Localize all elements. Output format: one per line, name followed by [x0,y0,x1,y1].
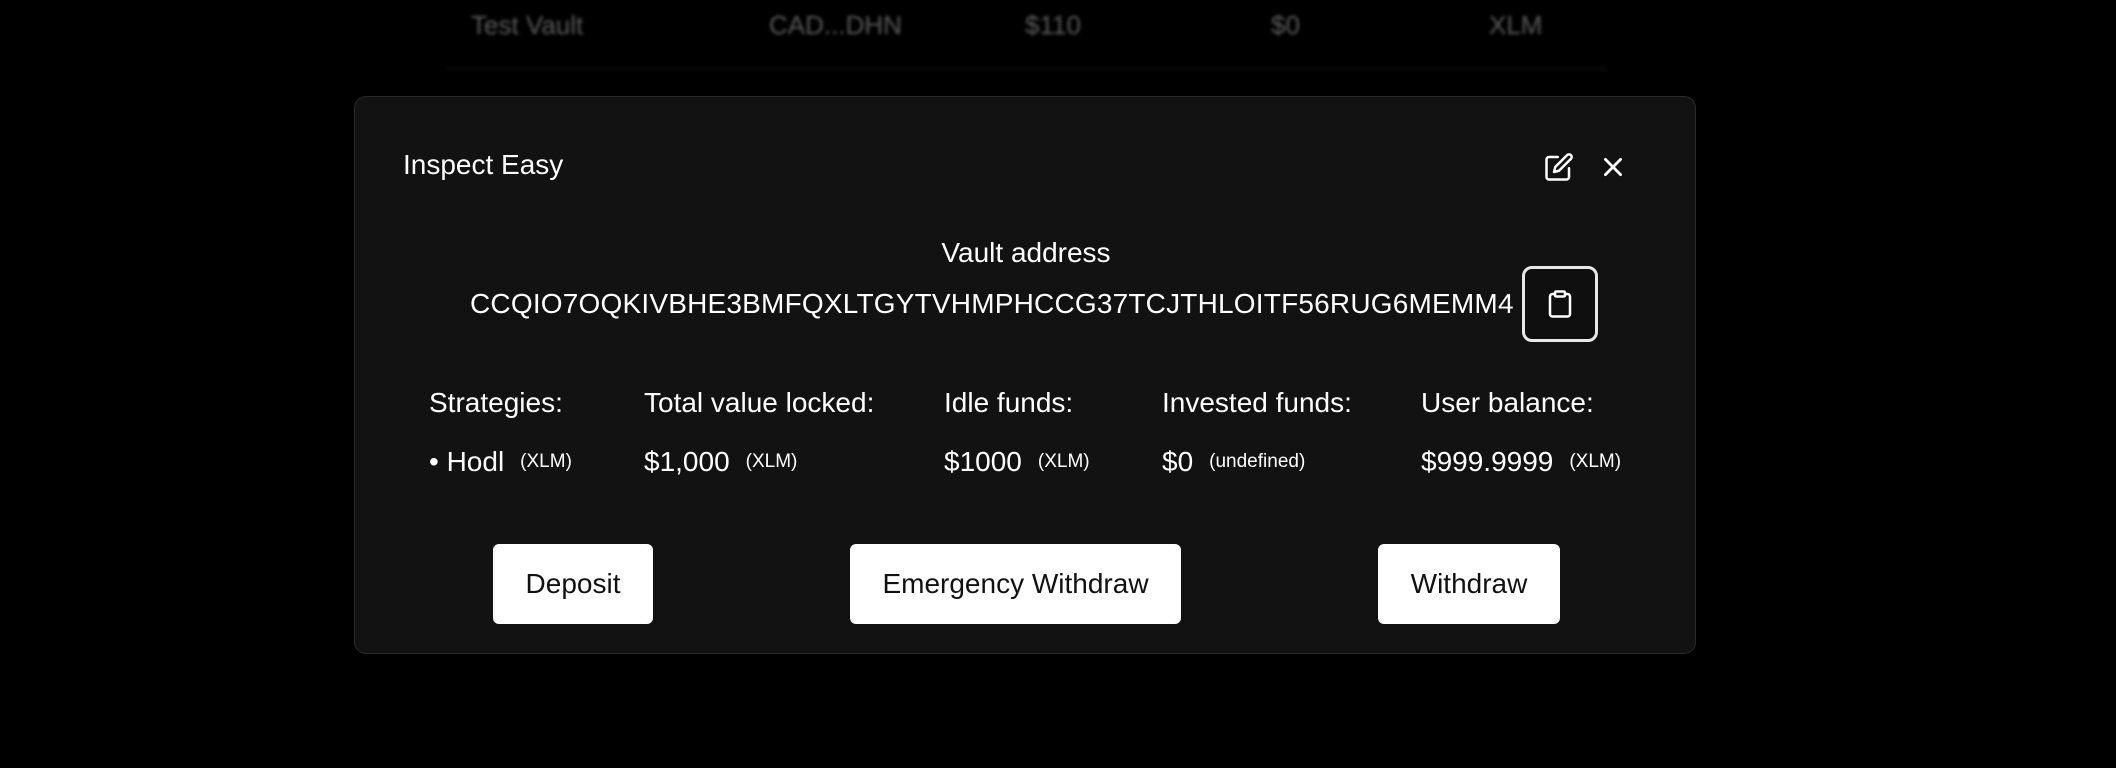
vault-address-row: CCQIO7OQKIVBHE3BMFQXLTGYTVHMPHCCG37TCJTH… [470,265,1598,343]
withdraw-button[interactable]: Withdraw [1378,544,1560,624]
vault-address-value: CCQIO7OQKIVBHE3BMFQXLTGYTVHMPHCCG37TCJTH… [470,288,1514,319]
edit-button[interactable] [1539,147,1579,187]
idle-funds-unit: (XLM) [1037,451,1090,472]
tvl-label: Total value locked: [644,387,875,418]
inspect-vault-modal: Inspect Easy Vault address CCQIO7OQKIVBH… [354,96,1696,654]
emergency-withdraw-button[interactable]: Emergency Withdraw [850,544,1181,624]
page: Test Vault CAD...DHN $110 $0 XLM Inspect… [0,0,2116,768]
strategy-unit: (XLM) [520,451,572,472]
copy-address-button[interactable] [1521,266,1598,342]
tvl-stat: Total value locked: $1,000 (XLM) [644,387,874,478]
invested-funds-value: $0 [1162,446,1194,477]
vault-name-cell: Test Vault [471,10,584,40]
user-balance-value: $999.9999 [1421,446,1554,477]
close-icon [1604,158,1622,176]
idle-funds-value: $1000 [944,446,1022,477]
deposit-button[interactable]: Deposit [493,544,653,624]
clipboard-icon [1548,290,1571,318]
tvl-unit: (XLM) [745,451,798,472]
idle-funds-stat: Idle funds: $1000 (XLM) [944,387,1090,478]
edit-icon [1545,153,1573,181]
user-balance-stat: User balance: $999.9999 (XLM) [1421,387,1621,478]
vault-asset-cell: XLM [1489,10,1543,40]
strategy-item: • Hodl [429,446,505,477]
invested-funds-unit: (undefined) [1209,451,1306,472]
invested-funds-label: Invested funds: [1162,387,1352,418]
user-balance-unit: (XLM) [1569,451,1622,472]
vault-address-cell: CAD...DHN [769,10,902,40]
vault-balance-cell: $0 [1271,10,1300,40]
user-balance-label: User balance: [1421,387,1594,418]
invested-funds-stat: Invested funds: $0 (undefined) [1162,387,1352,478]
close-button[interactable] [1593,147,1633,187]
strategies-label: Strategies: [429,387,563,418]
tvl-value: $1,000 [644,446,730,477]
modal-title: Inspect Easy [403,149,564,180]
strategies-stat: Strategies: • Hodl (XLM) [429,387,572,478]
vault-tvl-cell: $110 [1025,10,1081,40]
background-table-row: Test Vault CAD...DHN $110 $0 XLM [447,0,1607,69]
idle-funds-label: Idle funds: [944,387,1074,418]
